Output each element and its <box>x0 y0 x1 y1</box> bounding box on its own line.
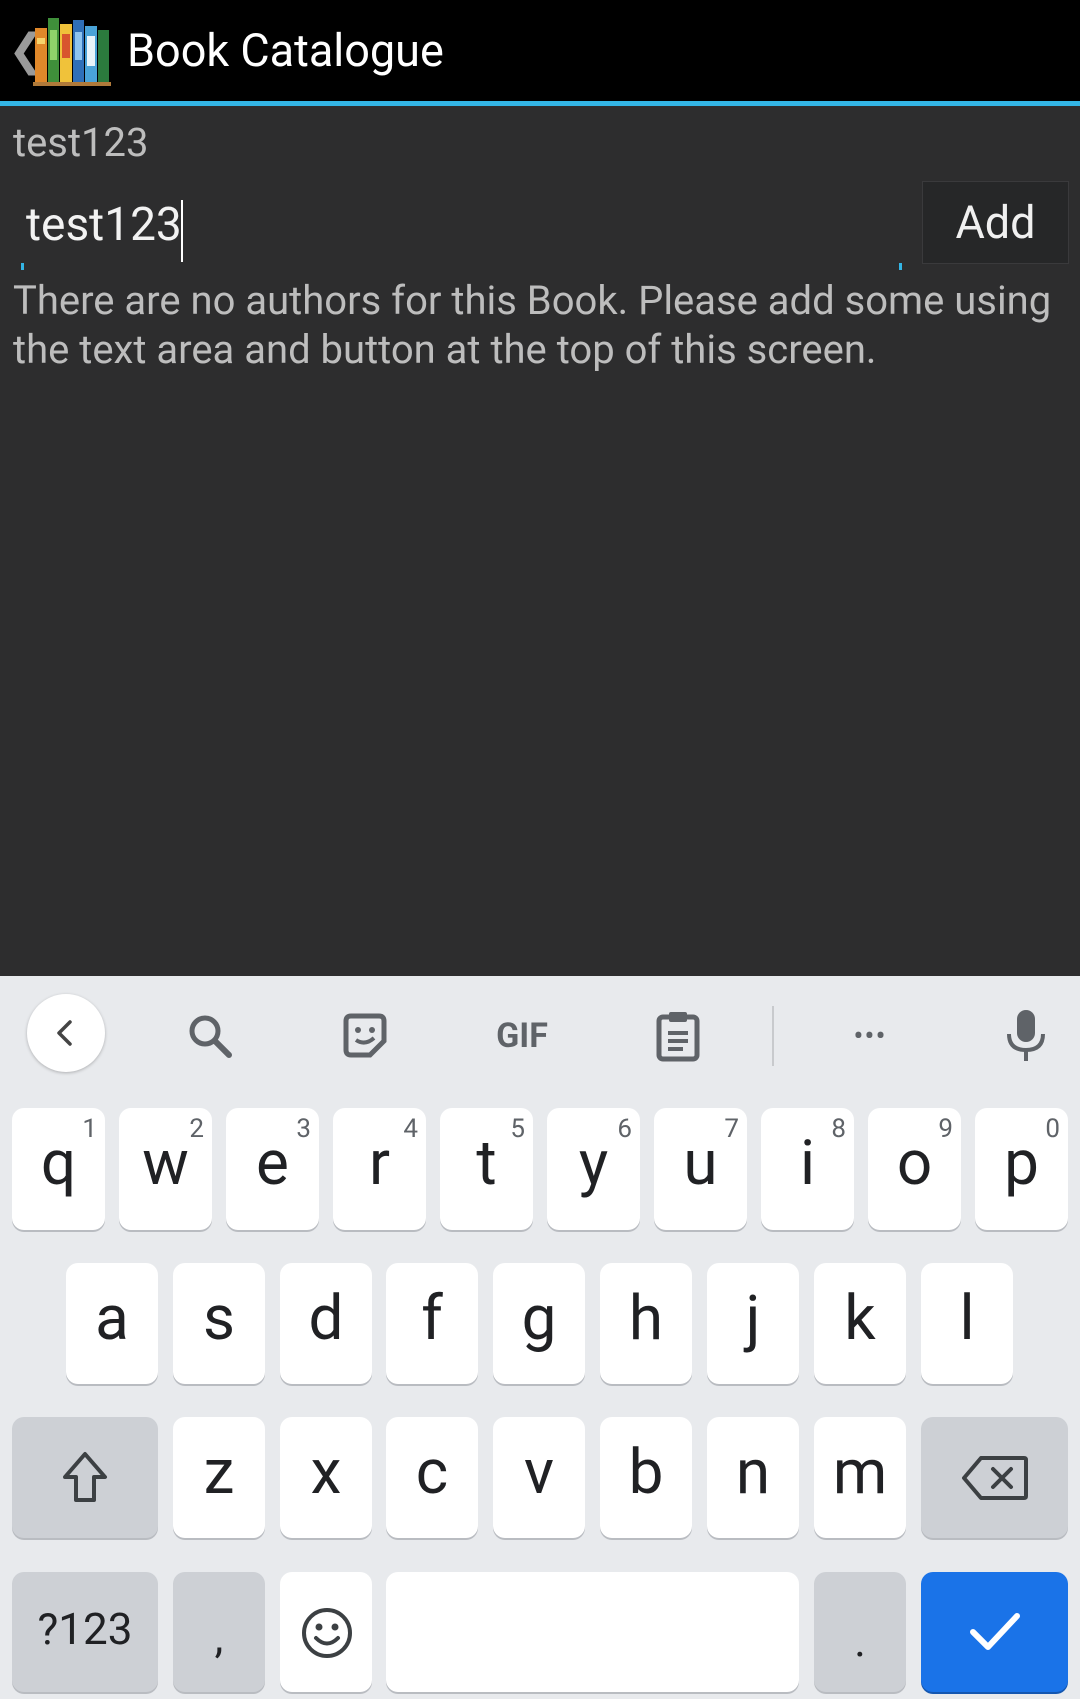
symbols-key[interactable]: ?123 <box>12 1572 158 1692</box>
author-input-field[interactable]: test123 <box>20 185 904 269</box>
key-b[interactable]: b <box>600 1417 692 1538</box>
emoji-key[interactable] <box>280 1572 372 1692</box>
key-e[interactable]: 3e <box>226 1108 319 1230</box>
input-underline-right <box>899 263 902 270</box>
keyboard-back-icon[interactable] <box>27 994 105 1072</box>
key-j[interactable]: j <box>707 1263 799 1384</box>
soft-keyboard: GIF ••• 1q 2w 3e 4r 5t 6y 7u 8i 9o 0p a … <box>0 976 1080 1699</box>
key-g[interactable]: g <box>493 1263 585 1384</box>
key-y[interactable]: 6y <box>547 1108 640 1230</box>
book-title: test123 <box>13 119 149 166</box>
key-z[interactable]: z <box>173 1417 265 1538</box>
period-key[interactable]: . <box>814 1572 906 1692</box>
add-author-button[interactable]: Add <box>922 181 1069 264</box>
key-m[interactable]: m <box>814 1417 906 1538</box>
key-s[interactable]: s <box>173 1263 265 1384</box>
enter-done-key[interactable] <box>921 1572 1068 1692</box>
key-l[interactable]: l <box>921 1263 1013 1384</box>
app-title: Book Catalogue <box>127 24 444 77</box>
author-input-text[interactable]: test123 <box>26 197 182 253</box>
shift-key[interactable] <box>12 1417 158 1538</box>
key-k[interactable]: k <box>814 1263 906 1384</box>
key-n[interactable]: n <box>707 1417 799 1538</box>
key-c[interactable]: c <box>386 1417 478 1538</box>
clipboard-icon[interactable] <box>640 998 716 1074</box>
search-icon[interactable] <box>172 998 248 1074</box>
input-underline-left <box>21 263 24 270</box>
key-v[interactable]: v <box>493 1417 585 1538</box>
key-r[interactable]: 4r <box>333 1108 426 1230</box>
action-bar: ❮ Book Catalogue <box>0 0 1080 106</box>
key-i[interactable]: 8i <box>761 1108 854 1230</box>
key-f[interactable]: f <box>386 1263 478 1384</box>
keyboard-toolbar: GIF ••• <box>0 976 1080 1086</box>
comma-key[interactable]: , <box>173 1572 265 1692</box>
key-t[interactable]: 5t <box>440 1108 533 1230</box>
key-x[interactable]: x <box>280 1417 372 1538</box>
key-h[interactable]: h <box>600 1263 692 1384</box>
app-logo-icon[interactable] <box>33 10 111 88</box>
empty-authors-message: There are no authors for this Book. Plea… <box>13 277 1052 373</box>
mic-icon[interactable] <box>988 998 1064 1074</box>
space-key[interactable] <box>386 1572 799 1692</box>
key-w[interactable]: 2w <box>119 1108 212 1230</box>
backspace-key[interactable] <box>921 1417 1068 1538</box>
gif-icon[interactable]: GIF <box>482 998 562 1074</box>
toolbar-divider <box>772 1006 774 1066</box>
key-q[interactable]: 1q <box>12 1108 105 1230</box>
more-icon[interactable]: ••• <box>832 998 908 1074</box>
key-u[interactable]: 7u <box>654 1108 747 1230</box>
text-cursor <box>181 200 183 262</box>
key-d[interactable]: d <box>280 1263 372 1384</box>
key-p[interactable]: 0p <box>975 1108 1068 1230</box>
sticker-icon[interactable] <box>327 998 403 1074</box>
key-a[interactable]: a <box>66 1263 158 1384</box>
key-o[interactable]: 9o <box>868 1108 961 1230</box>
